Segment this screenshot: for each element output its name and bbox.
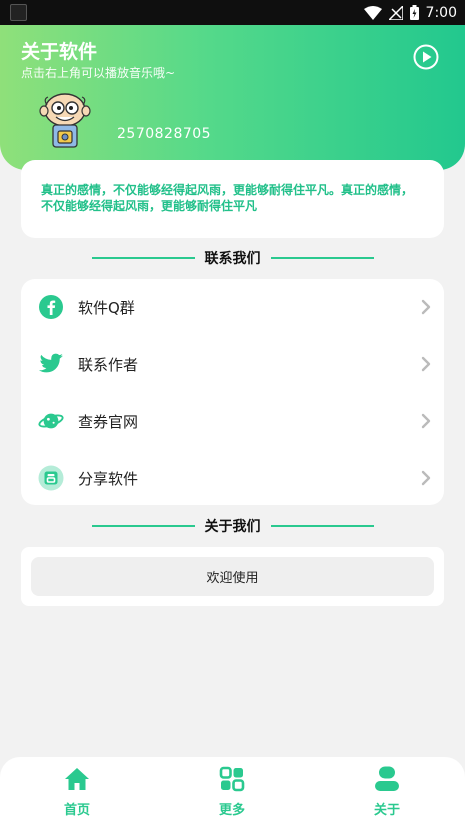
nav-item-home[interactable]: 首页 (27, 765, 127, 821)
contact-item-label: 查券官网 (78, 412, 139, 431)
share-box-icon (38, 465, 64, 491)
chevron-right-icon (421, 470, 431, 486)
contact-item-website[interactable]: 查券官网 (21, 393, 444, 449)
apps-icon (219, 766, 245, 792)
contact-item-label: 分享软件 (78, 469, 139, 488)
contact-item-label: 联系作者 (78, 355, 139, 374)
divider (91, 525, 195, 527)
divider (91, 257, 195, 259)
nav-item-more[interactable]: 更多 (182, 765, 282, 821)
facebook-icon (38, 294, 64, 320)
page-subtitle: 点击右上角可以播放音乐哦~ (21, 66, 176, 80)
status-bar: 7:00 (0, 0, 465, 25)
contact-item-share[interactable]: 分享软件 (21, 450, 444, 506)
divider (270, 525, 374, 527)
welcome-button[interactable]: 欢迎使用 (31, 557, 434, 596)
contact-list: 软件Q群 联系作者 查券官网 分享软件 (21, 279, 444, 505)
nav-label: 首页 (63, 803, 90, 818)
status-time: 7:00 (425, 4, 457, 21)
home-icon (65, 768, 89, 790)
quote-text: 真正的感情，不仅能够经得起风雨，更能够耐得住平凡。真正的感情，不仅能够经得起风雨… (41, 183, 414, 213)
battery-icon (409, 5, 419, 20)
nav-label: 更多 (218, 803, 245, 818)
chevron-right-icon (421, 299, 431, 315)
planet-icon (38, 408, 64, 434)
contact-section-title: 联系我们 (204, 251, 261, 267)
divider (270, 257, 374, 259)
notification-icon (10, 4, 27, 21)
contact-item-author[interactable]: 联系作者 (21, 336, 444, 392)
quote-card: 真正的感情，不仅能够经得起风雨，更能够耐得住平凡。真正的感情，不仅能够经得起风雨… (21, 160, 444, 238)
signal-icon (388, 5, 403, 20)
twitter-icon (38, 351, 64, 377)
page-title: 关于软件 (21, 41, 98, 63)
about-section-header: 关于我们 (0, 516, 465, 536)
contact-item-qq-group[interactable]: 软件Q群 (21, 279, 444, 335)
wifi-icon (363, 5, 382, 20)
play-music-button[interactable] (413, 44, 439, 70)
nav-label: 关于 (373, 803, 400, 818)
user-icon (375, 766, 399, 791)
avatar[interactable] (35, 91, 95, 151)
contact-section-header: 联系我们 (0, 248, 465, 268)
qq-number: 2570828705 (117, 126, 212, 142)
about-card: 欢迎使用 (21, 547, 444, 606)
header-banner: 关于软件 点击右上角可以播放音乐哦~ 2570828705 (0, 25, 465, 170)
nav-item-about[interactable]: 关于 (337, 765, 437, 821)
contact-item-label: 软件Q群 (78, 298, 135, 317)
chevron-right-icon (421, 413, 431, 429)
bottom-nav: 首页 更多 关于 (0, 757, 465, 828)
chevron-right-icon (421, 356, 431, 372)
about-section-title: 关于我们 (204, 519, 261, 535)
